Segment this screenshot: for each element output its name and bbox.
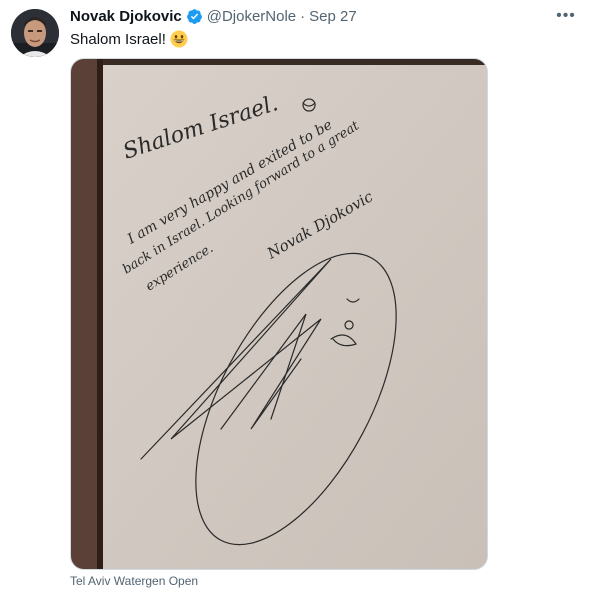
user-handle[interactable]: @DjokerNole (207, 8, 296, 25)
grinning-face-emoji (170, 30, 188, 48)
avatar[interactable] (11, 9, 59, 57)
more-horizontal-icon[interactable]: ••• (556, 6, 576, 26)
tweet-timestamp[interactable]: Sep 27 (309, 8, 357, 25)
guestbook-photo: Shalom Israel. I am very happy and exite… (71, 59, 487, 569)
tweet-header: Novak Djokovic @DjokerNole · Sep 27 (70, 6, 574, 26)
display-name[interactable]: Novak Djokovic (70, 8, 182, 25)
verified-badge-icon (186, 8, 203, 25)
tweet-photo[interactable]: Shalom Israel. I am very happy and exite… (70, 58, 488, 570)
tweet-text: Shalom Israel! (70, 30, 188, 48)
separator-dot: · (300, 7, 306, 25)
avatar-photo (11, 9, 59, 57)
tweet-text-content: Shalom Israel! (70, 30, 166, 48)
media-caption[interactable]: Tel Aviv Watergen Open (70, 574, 198, 588)
